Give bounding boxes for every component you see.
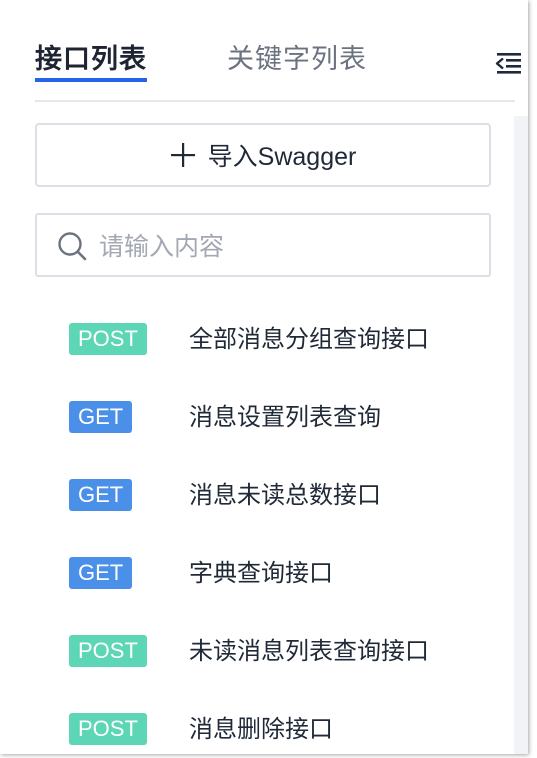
api-list-item[interactable]: POST 消息删除接口 xyxy=(0,690,514,754)
import-swagger-label: 导入Swagger xyxy=(207,143,357,171)
method-badge: GET xyxy=(69,401,133,433)
tab-bar: 接口列表 关键字列表 xyxy=(35,0,521,102)
api-list-item[interactable]: GET 字典查询接口 xyxy=(0,534,514,612)
method-badge: POST xyxy=(69,635,147,667)
scrollbar-track[interactable] xyxy=(514,116,528,754)
api-list-item[interactable]: GET 消息未读总数接口 xyxy=(0,456,514,534)
plus-icon xyxy=(170,142,196,168)
tab-api-list[interactable]: 接口列表 xyxy=(35,40,147,82)
api-name: 消息未读总数接口 xyxy=(189,481,381,509)
api-name: 未读消息列表查询接口 xyxy=(189,637,429,665)
tab-active-indicator xyxy=(35,78,147,82)
import-swagger-button[interactable]: 导入Swagger xyxy=(35,123,491,187)
api-name: 消息设置列表查询 xyxy=(189,403,381,431)
api-list-item[interactable]: POST 未读消息列表查询接口 xyxy=(0,612,514,690)
search-box xyxy=(35,213,491,277)
method-badge: POST xyxy=(69,323,147,355)
api-list-item[interactable]: POST 全部消息分组查询接口 xyxy=(0,300,514,378)
api-panel: 接口列表 关键字列表 导入Swagger 请输入内容 POST 全部消息分组查询… xyxy=(0,0,528,754)
tab-keyword-list[interactable]: 关键字列表 xyxy=(227,40,367,80)
menu-fold-icon[interactable] xyxy=(495,50,523,76)
api-name: 全部消息分组查询接口 xyxy=(189,325,429,353)
method-badge: GET xyxy=(69,557,133,589)
method-badge: GET xyxy=(69,479,133,511)
api-name: 消息删除接口 xyxy=(189,715,333,743)
api-list-item[interactable]: GET 消息设置列表查询 xyxy=(0,378,514,456)
tab-api-list-label: 接口列表 xyxy=(35,44,147,75)
method-badge: POST xyxy=(69,713,147,745)
search-icon xyxy=(57,231,87,261)
search-input[interactable] xyxy=(97,221,481,271)
api-name: 字典查询接口 xyxy=(189,559,333,587)
tab-keyword-list-label: 关键字列表 xyxy=(227,44,367,75)
